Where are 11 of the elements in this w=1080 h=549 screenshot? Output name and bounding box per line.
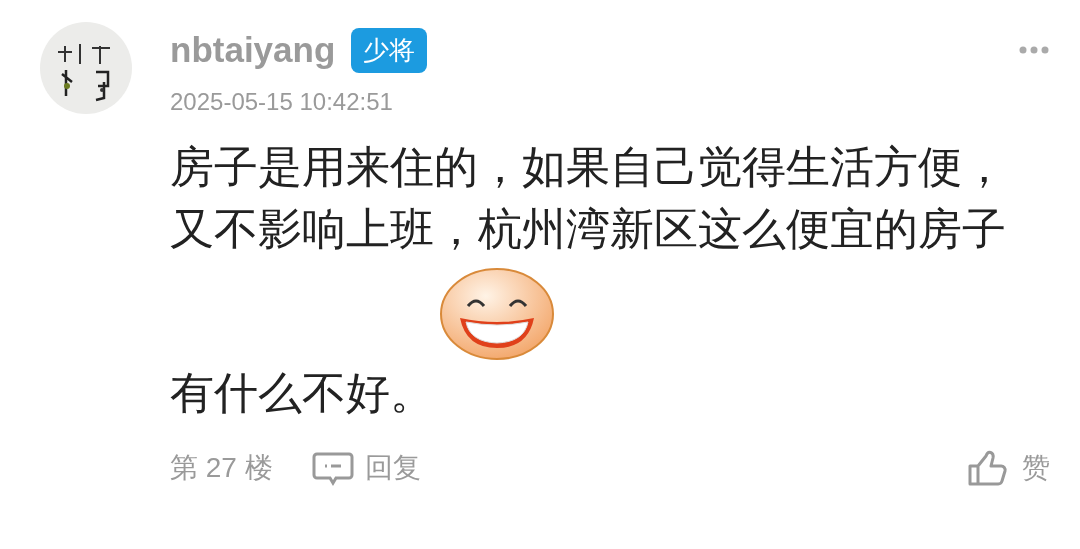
comment-text: 房子是用来住的，如果自己觉得生活方便，又不影响上班，杭州湾新区这么便宜的房子 — [170, 141, 1007, 255]
thumbs-up-icon[interactable] — [966, 448, 1010, 488]
username[interactable]: nbtaiyang — [170, 30, 336, 70]
more-icon[interactable] — [1018, 45, 1050, 55]
floor-number: 第 27 楼 — [170, 451, 273, 485]
comment-text: 有什么不好。 — [170, 367, 435, 419]
post-time: 2025-05-15 10:42:51 — [170, 88, 394, 116]
reply-button[interactable]: 回复 — [364, 449, 421, 487]
rank-badge: 少将 — [351, 27, 428, 73]
like-button[interactable]: 赞 — [1022, 449, 1050, 487]
grinning-emoji-icon — [438, 266, 556, 362]
